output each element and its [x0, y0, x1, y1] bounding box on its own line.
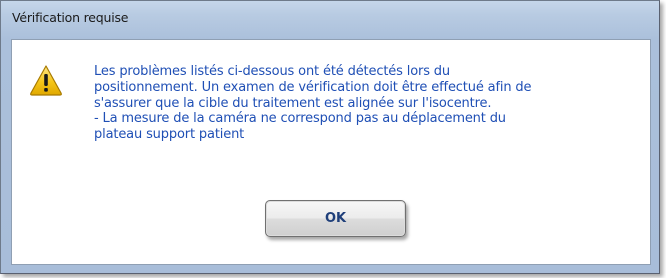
title-bar[interactable]: Vérification requise [1, 1, 659, 39]
window-title: Vérification requise [12, 10, 129, 25]
warning-icon [29, 64, 63, 96]
message-text: Les problèmes listés ci-dessous ont été … [94, 64, 532, 143]
dialog-content: Les problèmes listés ci-dessous ont été … [11, 39, 651, 265]
ok-button[interactable]: OK [265, 200, 406, 237]
dialog-window: Vérification requise Les problèmes listé… [0, 0, 660, 274]
